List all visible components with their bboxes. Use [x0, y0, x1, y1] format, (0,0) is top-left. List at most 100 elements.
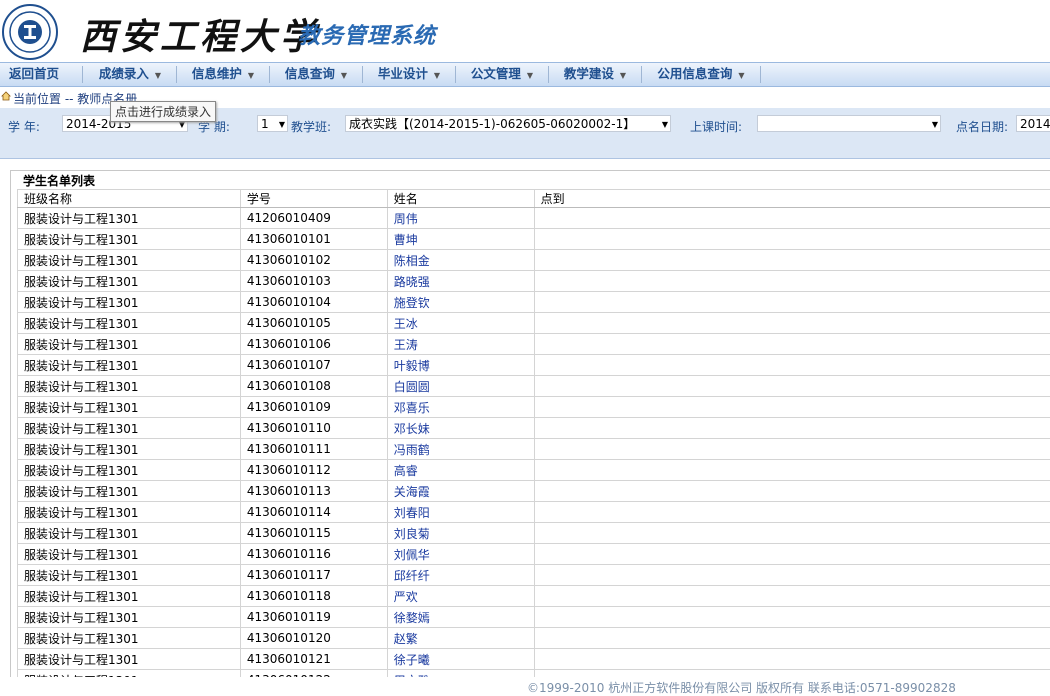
student-name-link[interactable]: 叶毅博	[387, 355, 534, 376]
nav-label: 成绩录入	[99, 66, 149, 81]
class-select[interactable]: 成衣实践【(2014-2015-1)-062605-06020002-1】 ▼	[345, 115, 671, 132]
nav-teaching-construction[interactable]: 教学建设▼	[549, 63, 641, 86]
attendance-cell[interactable]	[534, 481, 1050, 502]
table-row: 服装设计与工程130141306010105王冰	[18, 313, 1050, 334]
student-name-link[interactable]: 徐婺嫣	[387, 607, 534, 628]
system-name: 教务管理系统	[298, 18, 436, 50]
attendance-cell[interactable]	[534, 418, 1050, 439]
student-name-link[interactable]: 陈相金	[387, 250, 534, 271]
table-row: 服装设计与工程130141306010112高睿	[18, 460, 1050, 481]
date-input-value: 2014	[1020, 117, 1050, 131]
student-name-link[interactable]: 冯雨鹤	[387, 439, 534, 460]
student-name-link[interactable]: 白圆圆	[387, 376, 534, 397]
student-name-link[interactable]: 路晓强	[387, 271, 534, 292]
header: 西安工程大学 教务管理系统	[0, 0, 1050, 62]
attendance-cell[interactable]	[534, 397, 1050, 418]
student-id-cell: 41306010102	[240, 250, 387, 271]
nav-grade-entry[interactable]: 成绩录入▼	[84, 63, 176, 86]
nav-label: 教学建设	[564, 66, 614, 81]
attendance-cell[interactable]	[534, 523, 1050, 544]
class-name-cell: 服装设计与工程1301	[18, 334, 241, 355]
attendance-cell[interactable]	[534, 565, 1050, 586]
table-row: 服装设计与工程130141306010118严欢	[18, 586, 1050, 607]
date-input[interactable]: 2014	[1016, 115, 1050, 132]
attendance-cell[interactable]	[534, 628, 1050, 649]
nav-document-management[interactable]: 公文管理▼	[456, 63, 548, 86]
table-row: 服装设计与工程130141306010107叶毅博	[18, 355, 1050, 376]
attendance-cell[interactable]	[534, 649, 1050, 670]
student-name-link[interactable]: 徐子曦	[387, 649, 534, 670]
student-name-link[interactable]: 曹坤	[387, 229, 534, 250]
attendance-cell[interactable]	[534, 607, 1050, 628]
student-id-cell: 41306010104	[240, 292, 387, 313]
attendance-cell[interactable]	[534, 376, 1050, 397]
nav-public-info-query[interactable]: 公用信息查询▼	[642, 63, 760, 86]
table-row: 服装设计与工程130141306010113关海霞	[18, 481, 1050, 502]
university-logo-icon	[2, 4, 58, 60]
student-name-link[interactable]: 邓长妹	[387, 418, 534, 439]
nav-label: 返回首页	[9, 66, 59, 81]
chevron-down-icon: ▼	[662, 116, 668, 132]
attendance-cell[interactable]	[534, 292, 1050, 313]
student-name-link[interactable]: 王涛	[387, 334, 534, 355]
nav-info-maintenance[interactable]: 信息维护▼	[177, 63, 269, 86]
home-icon	[1, 91, 11, 101]
term-select-value: 1	[261, 117, 269, 131]
student-id-cell: 41306010108	[240, 376, 387, 397]
student-name-link[interactable]: 高睿	[387, 460, 534, 481]
attendance-cell[interactable]	[534, 586, 1050, 607]
footer-text: ©1999-2010 杭州正方软件股份有限公司 版权所有 联系电话:0571-8…	[527, 679, 956, 696]
class-name-cell: 服装设计与工程1301	[18, 586, 241, 607]
class-name-cell: 服装设计与工程1301	[18, 649, 241, 670]
column-header: 班级名称	[18, 190, 241, 208]
attendance-cell[interactable]	[534, 544, 1050, 565]
student-name-link[interactable]: 邓喜乐	[387, 397, 534, 418]
student-name-link[interactable]: 刘佩华	[387, 544, 534, 565]
class-name-cell: 服装设计与工程1301	[18, 523, 241, 544]
table-row: 服装设计与工程130141306010116刘佩华	[18, 544, 1050, 565]
student-name-link[interactable]: 关海霞	[387, 481, 534, 502]
time-select[interactable]: ▼	[757, 115, 941, 132]
nav-home[interactable]: 返回首页	[0, 63, 68, 86]
student-name-link[interactable]: 施登钦	[387, 292, 534, 313]
student-name-link[interactable]: 邱纤纤	[387, 565, 534, 586]
table-row: 服装设计与工程130141306010120赵繁	[18, 628, 1050, 649]
student-name-link[interactable]: 严欢	[387, 586, 534, 607]
table-row: 服装设计与工程130141306010121徐子曦	[18, 649, 1050, 670]
attendance-cell[interactable]	[534, 334, 1050, 355]
attendance-cell[interactable]	[534, 502, 1050, 523]
attendance-cell[interactable]	[534, 460, 1050, 481]
class-name-cell: 服装设计与工程1301	[18, 313, 241, 334]
student-name-link[interactable]: 赵繁	[387, 628, 534, 649]
nav-label: 毕业设计	[378, 66, 428, 81]
term-select[interactable]: 1▼	[257, 115, 288, 132]
attendance-cell[interactable]	[534, 250, 1050, 271]
attendance-cell[interactable]	[534, 208, 1050, 229]
student-name-link[interactable]: 刘良菊	[387, 523, 534, 544]
student-id-cell: 41306010113	[240, 481, 387, 502]
class-name-cell: 服装设计与工程1301	[18, 292, 241, 313]
class-name-cell: 服装设计与工程1301	[18, 208, 241, 229]
nav-info-query[interactable]: 信息查询 ▼	[270, 63, 362, 86]
attendance-cell[interactable]	[534, 313, 1050, 334]
table-row: 服装设计与工程130141306010111冯雨鹤	[18, 439, 1050, 460]
attendance-cell[interactable]	[534, 271, 1050, 292]
chevron-down-icon: ▼	[434, 71, 440, 80]
table-row: 服装设计与工程130141306010110邓长妹	[18, 418, 1050, 439]
nav-label: 信息查询	[285, 66, 335, 81]
attendance-cell[interactable]	[534, 439, 1050, 460]
table-row: 服装设计与工程130141306010108白圆圆	[18, 376, 1050, 397]
student-name-link[interactable]: 周伟	[387, 208, 534, 229]
student-name-link[interactable]: 王冰	[387, 313, 534, 334]
attendance-cell[interactable]	[534, 355, 1050, 376]
student-id-cell: 41306010115	[240, 523, 387, 544]
chevron-down-icon: ▼	[341, 71, 347, 80]
table-row: 服装设计与工程130141306010102陈相金	[18, 250, 1050, 271]
student-id-cell: 41306010119	[240, 607, 387, 628]
student-name-link[interactable]: 刘春阳	[387, 502, 534, 523]
nav-graduation-design[interactable]: 毕业设计 ▼	[363, 63, 455, 86]
attendance-cell[interactable]	[534, 229, 1050, 250]
class-select-value: 成衣实践【(2014-2015-1)-062605-06020002-1】	[349, 117, 635, 131]
class-name-cell: 服装设计与工程1301	[18, 439, 241, 460]
student-id-cell: 41306010117	[240, 565, 387, 586]
